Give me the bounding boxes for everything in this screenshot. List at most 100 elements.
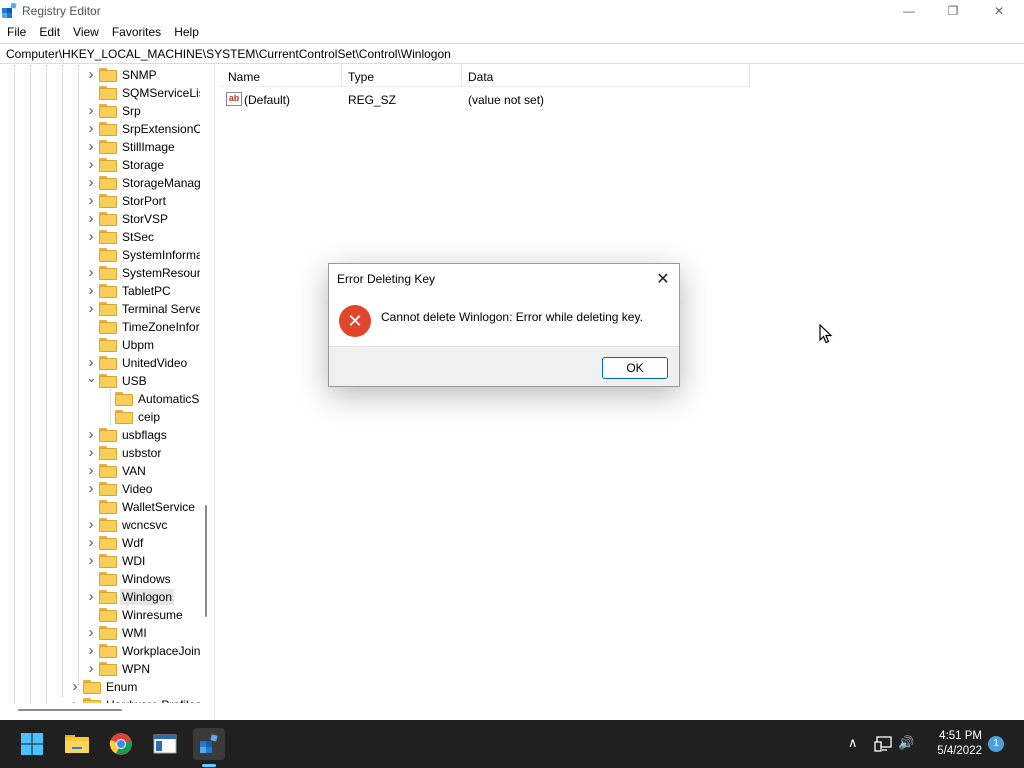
- close-button[interactable]: ✕: [976, 0, 1022, 22]
- tree-item[interactable]: › TabletPC: [0, 282, 200, 300]
- chevron-right-icon[interactable]: ›: [86, 157, 96, 172]
- tree-vertical-scrollbar[interactable]: [202, 65, 212, 703]
- tree-horizontal-scroll-thumb[interactable]: [18, 709, 122, 711]
- chevron-right-icon[interactable]: ›: [86, 463, 96, 478]
- tree-item[interactable]: › VAN: [0, 462, 200, 480]
- address-path[interactable]: Computer\HKEY_LOCAL_MACHINE\SYSTEM\Curre…: [6, 47, 451, 61]
- tree-item[interactable]: › SNMP: [0, 66, 200, 84]
- tree-item[interactable]: › Enum: [0, 678, 200, 696]
- chevron-right-icon[interactable]: ›: [86, 445, 96, 460]
- menu-favorites[interactable]: Favorites: [105, 22, 167, 42]
- tree-item[interactable]: ⌄ USB: [0, 371, 200, 390]
- chevron-right-icon[interactable]: ›: [86, 283, 96, 298]
- tree-item[interactable]: › Video: [0, 480, 200, 498]
- chevron-right-icon[interactable]: ›: [86, 553, 96, 568]
- clock[interactable]: 4:51 PM 5/4/2022: [926, 729, 982, 759]
- chrome-taskbar-button[interactable]: [105, 728, 137, 760]
- chevron-right-icon[interactable]: ›: [86, 517, 96, 532]
- chevron-down-icon[interactable]: ⌄: [86, 371, 97, 387]
- column-header-type[interactable]: Type: [348, 70, 374, 84]
- tree-vertical-scroll-thumb[interactable]: [205, 505, 207, 617]
- tree-item[interactable]: › WPN: [0, 660, 200, 678]
- tree-item[interactable]: ceip: [0, 408, 200, 426]
- tree-item[interactable]: TimeZoneInformation: [0, 318, 200, 336]
- chevron-right-icon[interactable]: ›: [86, 661, 96, 676]
- tree-item[interactable]: › Srp: [0, 102, 200, 120]
- tree-item-label: WPN: [122, 662, 150, 676]
- tree-item[interactable]: › WorkplaceJoin: [0, 642, 200, 660]
- menu-edit[interactable]: Edit: [32, 22, 66, 42]
- tree-item[interactable]: › WDI: [0, 552, 200, 570]
- window-app-taskbar-button[interactable]: [149, 728, 181, 760]
- tree-item[interactable]: › WMI: [0, 624, 200, 642]
- speaker-icon[interactable]: 🔊: [898, 735, 914, 751]
- tree-item[interactable]: AutomaticSurpriseRemoval: [0, 390, 200, 408]
- maximize-button[interactable]: ❐: [930, 0, 976, 22]
- chevron-right-icon[interactable]: ›: [86, 121, 96, 136]
- show-hidden-icons-chevron-icon[interactable]: ∧: [848, 735, 858, 751]
- key-tree[interactable]: › SNMP SQMServiceList › Srp › SrpExtensionConf…: [0, 65, 200, 703]
- chrome-icon: [109, 733, 132, 755]
- menu-help[interactable]: Help: [167, 22, 205, 42]
- tree-item[interactable]: › StSec: [0, 228, 200, 246]
- column-header-name[interactable]: Name: [228, 70, 260, 84]
- chevron-right-icon[interactable]: ›: [86, 193, 96, 208]
- tree-item[interactable]: › usbflags: [0, 426, 200, 444]
- dialog-close-button[interactable]: ✕: [651, 268, 675, 290]
- ok-button[interactable]: OK: [602, 357, 668, 379]
- tree-item[interactable]: › usbstor: [0, 444, 200, 462]
- chevron-right-icon[interactable]: ›: [86, 643, 96, 658]
- tree-item[interactable]: › SrpExtensionConfig: [0, 120, 200, 138]
- chevron-right-icon[interactable]: ›: [86, 67, 96, 82]
- value-row[interactable]: ab (Default) REG_SZ (value not set): [220, 89, 750, 109]
- tree-item[interactable]: › StillImage: [0, 138, 200, 156]
- file-explorer-taskbar-button[interactable]: [61, 728, 93, 760]
- chevron-right-icon[interactable]: ›: [86, 211, 96, 226]
- chevron-right-icon[interactable]: ›: [86, 481, 96, 496]
- tree-item[interactable]: › Storage: [0, 156, 200, 174]
- network-icon[interactable]: [874, 736, 892, 752]
- address-bar[interactable]: Computer\HKEY_LOCAL_MACHINE\SYSTEM\Curre…: [0, 43, 1024, 64]
- tree-item[interactable]: › Hardware Profiles: [0, 696, 200, 703]
- tree-item[interactable]: SQMServiceList: [0, 84, 200, 102]
- minimize-button[interactable]: —: [886, 0, 932, 22]
- tree-item[interactable]: › SystemResources: [0, 264, 200, 282]
- tree-item[interactable]: SystemInformation: [0, 246, 200, 264]
- notification-badge[interactable]: 1: [988, 736, 1004, 752]
- chevron-right-icon[interactable]: ›: [86, 301, 96, 316]
- tree-item[interactable]: › Wdf: [0, 534, 200, 552]
- tree-item[interactable]: › wcncsvc: [0, 516, 200, 534]
- tree-item[interactable]: › StorPort: [0, 192, 200, 210]
- tree-item[interactable]: WalletService: [0, 498, 200, 516]
- column-divider[interactable]: [749, 65, 750, 87]
- start-button[interactable]: [16, 728, 48, 760]
- chevron-right-icon[interactable]: ›: [86, 589, 96, 604]
- chevron-right-icon[interactable]: ›: [86, 139, 96, 154]
- chevron-right-icon[interactable]: ›: [86, 427, 96, 442]
- menu-file[interactable]: File: [0, 22, 32, 42]
- chevron-right-icon[interactable]: ›: [70, 697, 80, 703]
- tree-item[interactable]: › StorageManagement: [0, 174, 200, 192]
- tree-item[interactable]: › StorVSP: [0, 210, 200, 228]
- chevron-right-icon[interactable]: ›: [86, 625, 96, 640]
- registry-editor-taskbar-button[interactable]: [193, 728, 225, 760]
- tree-item[interactable]: Winresume: [0, 606, 200, 624]
- chevron-right-icon[interactable]: ›: [86, 535, 96, 550]
- tree-item[interactable]: › Winlogon: [0, 588, 200, 606]
- column-header-data[interactable]: Data: [468, 70, 493, 84]
- tree-item[interactable]: Ubpm: [0, 336, 200, 354]
- column-divider[interactable]: [461, 65, 462, 87]
- chevron-right-icon[interactable]: ›: [70, 679, 80, 694]
- menu-view[interactable]: View: [66, 22, 105, 42]
- chevron-right-icon[interactable]: ›: [86, 265, 96, 280]
- tree-item[interactable]: › UnitedVideo: [0, 354, 200, 372]
- tree-item[interactable]: Windows: [0, 570, 200, 588]
- tree-item[interactable]: › Terminal Server: [0, 300, 200, 318]
- column-divider[interactable]: [341, 65, 342, 87]
- chevron-right-icon[interactable]: ›: [86, 175, 96, 190]
- chevron-right-icon[interactable]: ›: [86, 229, 96, 244]
- chevron-right-icon[interactable]: ›: [86, 103, 96, 118]
- tree-horizontal-scrollbar[interactable]: [0, 705, 200, 717]
- chevron-right-icon[interactable]: ›: [86, 355, 96, 370]
- title-bar[interactable]: Registry Editor — ❐ ✕: [0, 0, 1024, 22]
